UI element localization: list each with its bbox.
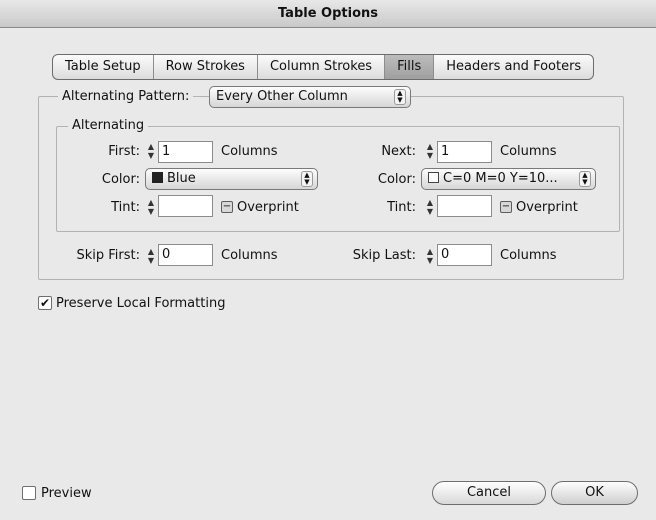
preserve-local-formatting-checkbox[interactable]: ✔	[38, 296, 52, 310]
tint-left-label: Tint:	[111, 200, 140, 215]
preserve-local-formatting-label: Preserve Local Formatting	[56, 296, 226, 311]
color-left-select[interactable]: Blue ▲ ▼	[145, 168, 318, 190]
tab-bar: Table Setup Row Strokes Column Strokes F…	[52, 54, 595, 80]
color-right-value: C=0 M=0 Y=10...	[443, 171, 558, 186]
color-right-label: Color:	[377, 172, 416, 187]
ok-button[interactable]: OK	[551, 481, 638, 505]
color-swatch-icon	[428, 172, 439, 183]
preview-label: Preview	[41, 486, 92, 501]
tint-right-stepper[interactable]: ▲ ▼	[424, 198, 436, 218]
color-left-value: Blue	[167, 171, 196, 186]
cancel-button[interactable]: Cancel	[432, 481, 546, 505]
next-unit: Columns	[500, 144, 557, 159]
tint-left-field[interactable]	[158, 195, 213, 217]
select-arrows-icon: ▲ ▼	[394, 89, 406, 105]
first-field[interactable]: 1	[158, 141, 213, 163]
window-title: Table Options	[0, 0, 656, 28]
skip-first-stepper[interactable]: ▲ ▼	[145, 247, 157, 267]
first-unit: Columns	[221, 144, 278, 159]
next-stepper[interactable]: ▲ ▼	[424, 142, 436, 162]
tint-left-stepper[interactable]: ▲ ▼	[145, 198, 157, 218]
select-arrows-icon: ▲ ▼	[579, 171, 591, 187]
tint-right-field[interactable]	[437, 195, 492, 217]
skip-first-unit: Columns	[221, 248, 278, 263]
next-field[interactable]: 1	[437, 141, 492, 163]
alternating-pattern-select[interactable]: Every Other Column ▲ ▼	[209, 86, 411, 108]
tab-headers-and-footers[interactable]: Headers and Footers	[434, 55, 593, 79]
tab-fills[interactable]: Fills	[385, 55, 435, 79]
skip-first-label: Skip First:	[76, 248, 140, 263]
overprint-left-label: Overprint	[237, 200, 299, 215]
overprint-right-label: Overprint	[516, 200, 578, 215]
alternating-pattern-value: Every Other Column	[216, 89, 348, 104]
tab-column-strokes[interactable]: Column Strokes	[258, 55, 386, 79]
skip-first-field[interactable]: 0	[158, 244, 213, 266]
tint-right-label: Tint:	[387, 200, 416, 215]
alternating-legend: Alternating	[68, 118, 149, 133]
next-label: Next:	[381, 144, 416, 159]
alternating-pattern-label: Alternating Pattern:	[58, 89, 194, 104]
color-left-label: Color:	[101, 172, 140, 187]
color-right-select[interactable]: C=0 M=0 Y=10... ▲ ▼	[421, 168, 596, 190]
skip-last-stepper[interactable]: ▲ ▼	[424, 247, 436, 267]
skip-last-label: Skip Last:	[352, 248, 416, 263]
color-swatch-icon	[152, 172, 163, 183]
overprint-left-checkbox[interactable]: −	[221, 201, 233, 213]
tab-table-setup[interactable]: Table Setup	[53, 55, 154, 79]
preview-checkbox[interactable]	[22, 486, 36, 500]
overprint-right-checkbox[interactable]: −	[500, 201, 512, 213]
tab-row-strokes[interactable]: Row Strokes	[154, 55, 258, 79]
skip-last-unit: Columns	[500, 248, 557, 263]
first-stepper[interactable]: ▲ ▼	[145, 142, 157, 162]
select-arrows-icon: ▲ ▼	[301, 171, 313, 187]
skip-last-field[interactable]: 0	[437, 244, 492, 266]
first-label: First:	[108, 144, 140, 159]
